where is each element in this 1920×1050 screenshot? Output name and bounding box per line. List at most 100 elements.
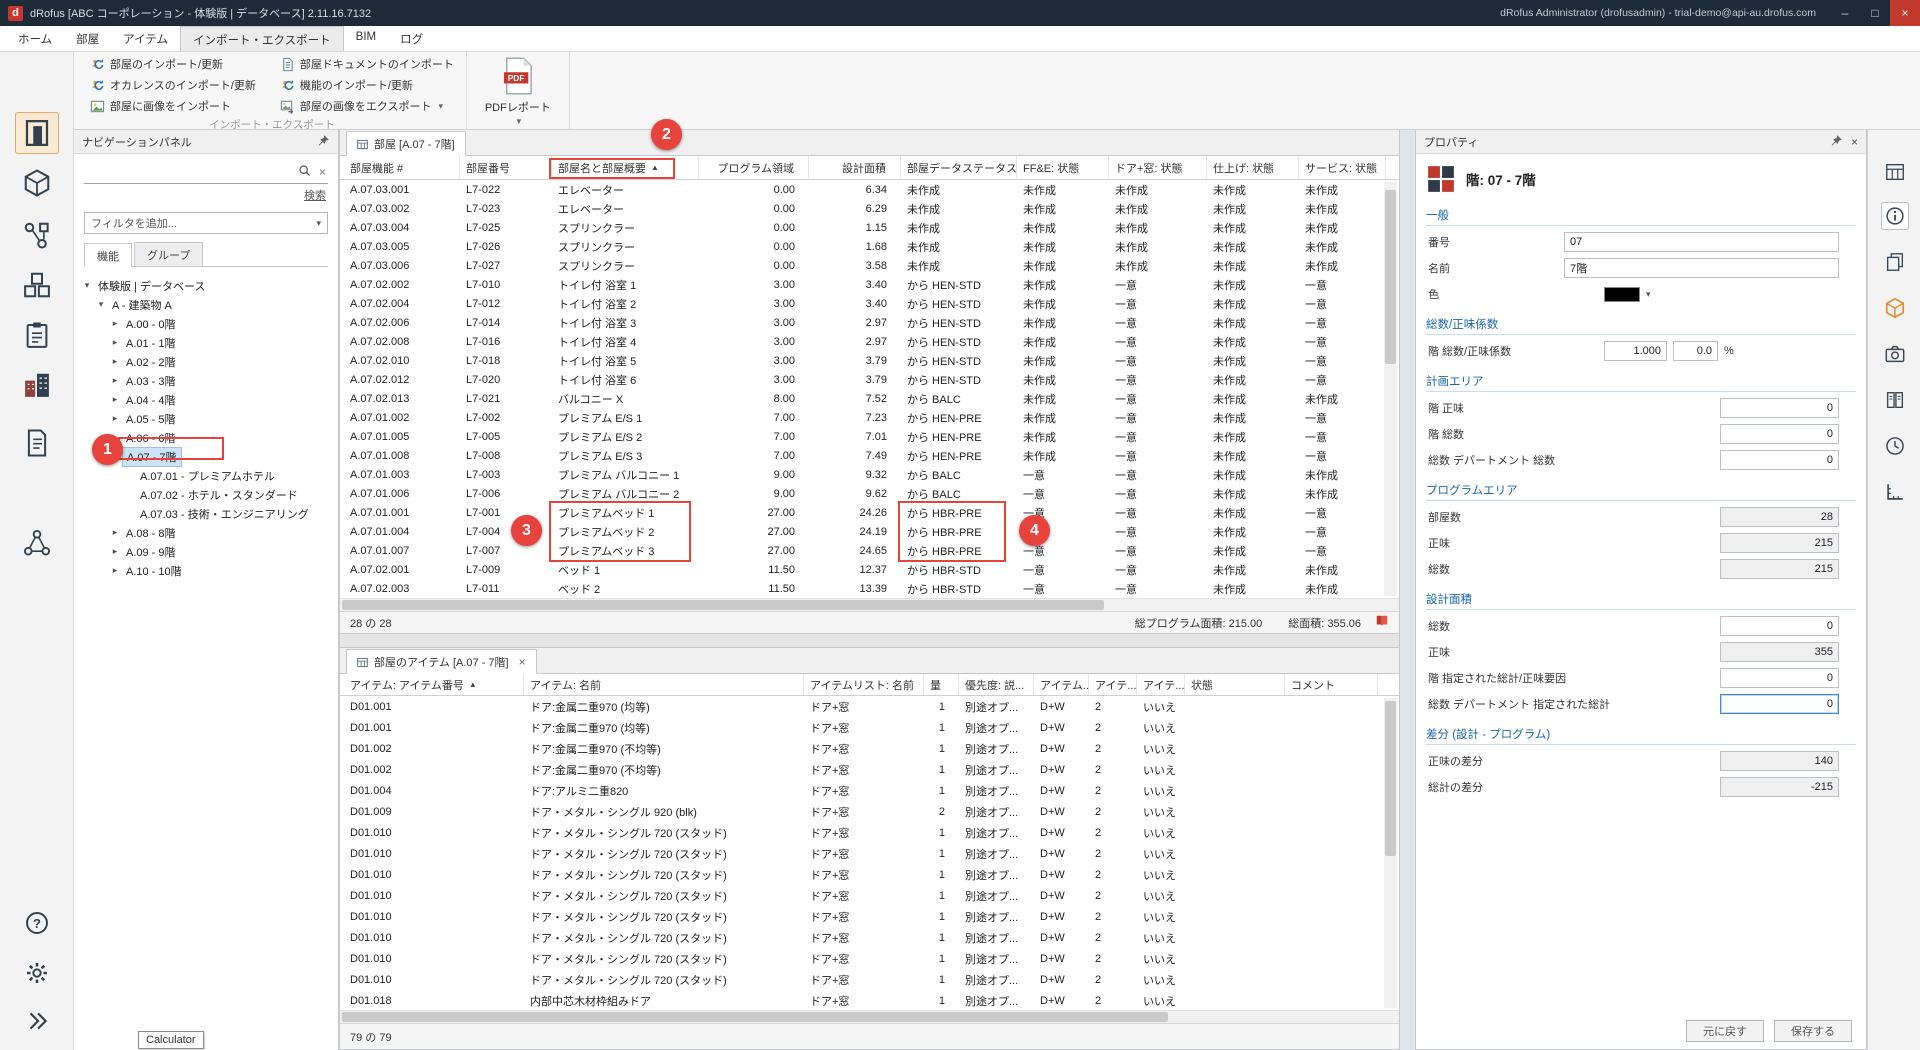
search-icon[interactable]: [298, 164, 311, 180]
cubes-icon[interactable]: [15, 264, 59, 306]
scrollbar-thumb[interactable]: [1385, 701, 1396, 856]
number-field[interactable]: [1720, 533, 1839, 553]
table-row[interactable]: D01.010ドア・メタル・シングル 720 (スタッド)ドア+窓1別途オプ..…: [340, 822, 1399, 843]
chevron-collapsed-icon[interactable]: ▸: [108, 546, 122, 557]
tree-item[interactable]: ▾体験版 | データベース: [74, 276, 338, 295]
table-row[interactable]: A.07.02.008L7-016トイレ付 浴室 43.002.97から HEN…: [340, 332, 1399, 351]
chevron-collapsed-icon[interactable]: ▸: [108, 318, 122, 329]
chevron-collapsed-icon[interactable]: ▸: [108, 337, 122, 348]
ribbon-button[interactable]: 部屋ドキュメントのインポート: [276, 55, 458, 73]
scrollbar-thumb[interactable]: [342, 1012, 1168, 1022]
table-row[interactable]: D01.018内部中芯木材枠組みドアドア+窓1別途オプ...D+W2いいえ: [340, 990, 1399, 1010]
color-swatch[interactable]: [1604, 287, 1640, 302]
ruler-icon[interactable]: [1881, 478, 1909, 506]
tree-item[interactable]: A.07.03 - 技術・エンジニアリング: [74, 504, 338, 523]
table-row[interactable]: D01.010ドア・メタル・シングル 720 (スタッド)ドア+窓1別途オプ..…: [340, 906, 1399, 927]
search-input[interactable]: [84, 165, 292, 179]
pdf-report-button[interactable]: PDFPDFレポート▾: [475, 55, 561, 129]
column-header[interactable]: アイテム: アイテム番号▲: [344, 674, 524, 695]
number-field[interactable]: [1720, 694, 1839, 714]
pages-icon[interactable]: [1881, 386, 1909, 414]
chevron-collapsed-icon[interactable]: ▸: [108, 375, 122, 386]
scrollbar-thumb[interactable]: [1385, 190, 1396, 364]
column-header[interactable]: 量: [924, 674, 959, 695]
ribbon-button[interactable]: オカレンスのインポート/更新: [86, 76, 260, 94]
pin-icon[interactable]: [1830, 134, 1843, 150]
rooms-vertical-scrollbar[interactable]: [1384, 182, 1397, 596]
tree-item[interactable]: ▸A.01 - 1階: [74, 333, 338, 352]
table-row[interactable]: A.07.02.010L7-018トイレ付 浴室 53.003.79から HEN…: [340, 351, 1399, 370]
text-field[interactable]: [1564, 258, 1839, 278]
shapes-icon[interactable]: [15, 214, 59, 256]
close-tab-icon[interactable]: ×: [519, 655, 526, 669]
table-row[interactable]: A.07.02.001L7-009ベッド 111.5012.37から HBR-S…: [340, 560, 1399, 579]
table-row[interactable]: D01.009ドア・メタル・シングル 920 (blk)ドア+窓2別途オプ...…: [340, 801, 1399, 822]
table-row[interactable]: D01.002ドア:金属二重970 (不均等)ドア+窓1別途オプ...D+W2い…: [340, 738, 1399, 759]
report-icon[interactable]: [15, 422, 59, 464]
items-vertical-scrollbar[interactable]: [1384, 698, 1397, 1008]
number-field[interactable]: [1720, 616, 1839, 636]
maximize-button[interactable]: □: [1860, 0, 1890, 26]
table-icon[interactable]: [1881, 158, 1909, 186]
number-field[interactable]: [1720, 398, 1839, 418]
table-row[interactable]: D01.010ドア・メタル・シングル 720 (スタッド)ドア+窓1別途オプ..…: [340, 864, 1399, 885]
nav-tab-inactive[interactable]: グループ: [134, 242, 203, 266]
column-header[interactable]: 仕上げ: 状態: [1207, 156, 1299, 179]
tree-item[interactable]: ▸A.09 - 9階: [74, 542, 338, 561]
clipboard-icon[interactable]: [15, 314, 59, 356]
add-filter-dropdown[interactable]: フィルタを追加... ▾: [84, 212, 328, 234]
column-header[interactable]: コメント: [1285, 674, 1378, 695]
column-header[interactable]: 部屋データステータス: [901, 156, 1017, 179]
buildings-icon[interactable]: [15, 364, 59, 406]
table-row[interactable]: A.07.02.006L7-014トイレ付 浴室 33.002.97から HEN…: [340, 313, 1399, 332]
copy-icon[interactable]: [1881, 248, 1909, 276]
ribbon-button[interactable]: 部屋のインポート/更新: [86, 55, 260, 73]
number-field[interactable]: [1720, 507, 1839, 527]
table-row[interactable]: D01.001ドア:金属二重970 (均等)ドア+窓1別途オプ...D+W2いい…: [340, 696, 1399, 717]
camera-icon[interactable]: [1881, 340, 1909, 368]
number-field[interactable]: [1720, 450, 1839, 470]
column-header[interactable]: 優先度: 説...: [959, 674, 1034, 695]
save-button[interactable]: 保存する: [1774, 1020, 1852, 1042]
tree-item[interactable]: A.07.01 - プレミアムホテル: [74, 466, 338, 485]
chevron-expanded-icon[interactable]: ▾: [94, 299, 108, 310]
table-row[interactable]: A.07.01.006L7-006プレミアム バルコニー 29.009.62から…: [340, 484, 1399, 503]
chevron-collapsed-icon[interactable]: ▸: [108, 413, 122, 424]
scrollbar-thumb[interactable]: [342, 600, 1104, 610]
tree-item[interactable]: ▸A.02 - 2階: [74, 352, 338, 371]
tree-item[interactable]: ▸A.04 - 4階: [74, 390, 338, 409]
close-panel-icon[interactable]: ×: [1851, 135, 1858, 149]
tree-item[interactable]: ▸A.08 - 8階: [74, 523, 338, 542]
table-row[interactable]: A.07.02.012L7-020トイレ付 浴室 63.003.79から HEN…: [340, 370, 1399, 389]
column-header[interactable]: プログラム領域: [699, 156, 809, 179]
table-row[interactable]: D01.010ドア・メタル・シングル 720 (スタッド)ドア+窓1別途オプ..…: [340, 885, 1399, 906]
help-icon[interactable]: ?: [15, 902, 59, 944]
cube-icon[interactable]: [1881, 294, 1909, 322]
number-field[interactable]: [1720, 642, 1839, 662]
ribbon-button[interactable]: 部屋に画像をインポート: [86, 97, 260, 115]
tab-rooms[interactable]: 部屋 [A.07 - 7階]: [346, 131, 466, 156]
column-header[interactable]: アイテ...: [1089, 674, 1137, 695]
chevron-expanded-icon[interactable]: ▾: [80, 280, 94, 291]
number-field[interactable]: [1720, 751, 1839, 771]
tree-item[interactable]: ▾A - 建築物 A: [74, 295, 338, 314]
column-header[interactable]: アイテムリスト: 名前: [804, 674, 924, 695]
table-row[interactable]: D01.010ドア・メタル・シングル 720 (スタッド)ドア+窓1別途オプ..…: [340, 948, 1399, 969]
items-horizontal-scrollbar[interactable]: [340, 1010, 1399, 1023]
table-row[interactable]: A.07.03.006L7-027スプリンクラー0.003.58未作成未作成未作…: [340, 256, 1399, 275]
tree-item[interactable]: ▸A.05 - 5階: [74, 409, 338, 428]
table-row[interactable]: D01.001ドア:金属二重970 (均等)ドア+窓1別途オプ...D+W2いい…: [340, 717, 1399, 738]
table-row[interactable]: A.07.03.002L7-023エレベーター0.006.29未作成未作成未作成…: [340, 199, 1399, 218]
menu-tab[interactable]: インポート・エクスポート: [180, 26, 344, 51]
table-row[interactable]: A.07.02.004L7-012トイレ付 浴室 23.003.40から HEN…: [340, 294, 1399, 313]
pin-icon[interactable]: [317, 134, 330, 150]
table-row[interactable]: A.07.02.002L7-010トイレ付 浴室 13.003.40から HEN…: [340, 275, 1399, 294]
table-row[interactable]: A.07.03.001L7-022エレベーター0.006.34未作成未作成未作成…: [340, 180, 1399, 199]
clear-search-icon[interactable]: ×: [317, 165, 328, 179]
chevron-collapsed-icon[interactable]: ▸: [108, 356, 122, 367]
column-header[interactable]: FF&E: 状態: [1017, 156, 1109, 179]
history-icon[interactable]: [1881, 432, 1909, 460]
chevrons-right-icon[interactable]: [15, 1000, 59, 1042]
table-row[interactable]: D01.010ドア・メタル・シングル 720 (スタッド)ドア+窓1別途オプ..…: [340, 927, 1399, 948]
table-row[interactable]: A.07.01.008L7-008プレミアム E/S 37.007.49から H…: [340, 446, 1399, 465]
